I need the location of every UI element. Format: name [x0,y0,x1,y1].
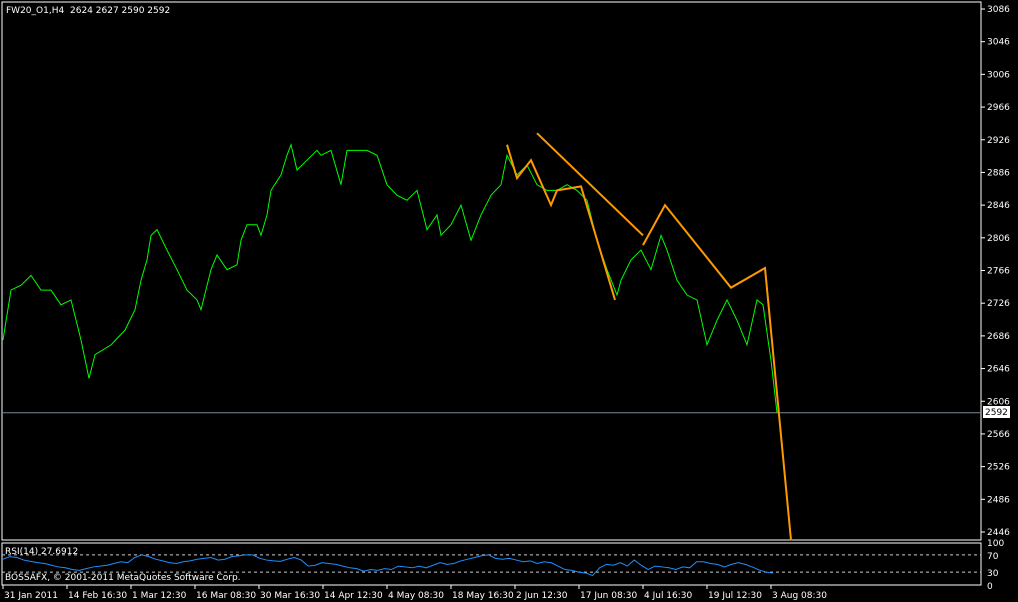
time-tick-label: 30 Mar 16:30 [260,591,320,601]
price-tick-label: 2806 [987,234,1010,244]
time-tick-label: 16 Mar 08:30 [196,591,256,601]
price-tick-label: 2846 [987,201,1010,211]
time-tick-label: 1 Mar 12:30 [132,591,187,601]
price-tick-label: 2966 [987,103,1010,113]
price-tick-label: 3006 [987,70,1010,80]
main-plot-frame [1,1,982,541]
chart-header-symbol: FW20_O1,H4 [6,6,64,16]
time-tick-label: 19 Jul 12:30 [708,591,762,601]
price-tick-label: 2446 [987,528,1010,538]
rsi-tick-label: 70 [987,552,999,562]
time-tick-label: 31 Jan 2011 [4,591,58,601]
time-tick-label: 2 Jun 12:30 [516,591,568,601]
price-tick-label: 2926 [987,136,1010,146]
chart-header-ohlc: 2624 2627 2590 2592 [70,6,170,16]
price-tick-label: 2526 [987,463,1010,473]
time-tick-label: 14 Feb 16:30 [68,591,127,601]
time-axis: 31 Jan 2011 14 Feb 16:30 1 Mar 12:30 16 Mar… [2,585,827,601]
time-tick-label: 14 Apr 12:30 [324,591,383,601]
current-price-label: 2592 [985,408,1008,418]
price-tick-label: 2486 [987,495,1010,505]
price-tick-label: 3046 [987,38,1010,48]
price-tick-label: 3086 [987,5,1010,15]
price-tick-label: 2726 [987,299,1010,309]
price-chart: 3086 3046 3006 2966 2926 2886 2846 2806 2766 2726… [1,1,1010,601]
time-tick-label: 3 Aug 08:30 [772,591,827,601]
price-tick-label: 2766 [987,267,1010,277]
price-tick-label: 2606 [987,397,1010,407]
rsi-tick-label: 0 [987,582,993,592]
price-tick-label: 2646 [987,365,1010,375]
time-tick-label: 17 Jun 08:30 [580,591,637,601]
price-tick-label: 2886 [987,168,1010,178]
rsi-tick-label: 100 [987,539,1004,549]
rsi-label: RSI(14) 27.6912 [5,547,78,557]
price-tick-label: 2566 [987,430,1010,440]
price-tick-label: 2686 [987,332,1010,342]
copyright-text: BOSSAFX, © 2001-2011 MetaQuotes Software… [5,573,241,583]
time-tick-label: 18 May 16:30 [452,591,514,601]
price-axis: 3086 3046 3006 2966 2926 2886 2846 2806 2766 2726… [981,5,1010,538]
time-tick-label: 4 May 08:30 [388,591,444,601]
rsi-tick-label: 30 [987,569,999,579]
time-tick-label: 4 Jul 16:30 [644,591,693,601]
